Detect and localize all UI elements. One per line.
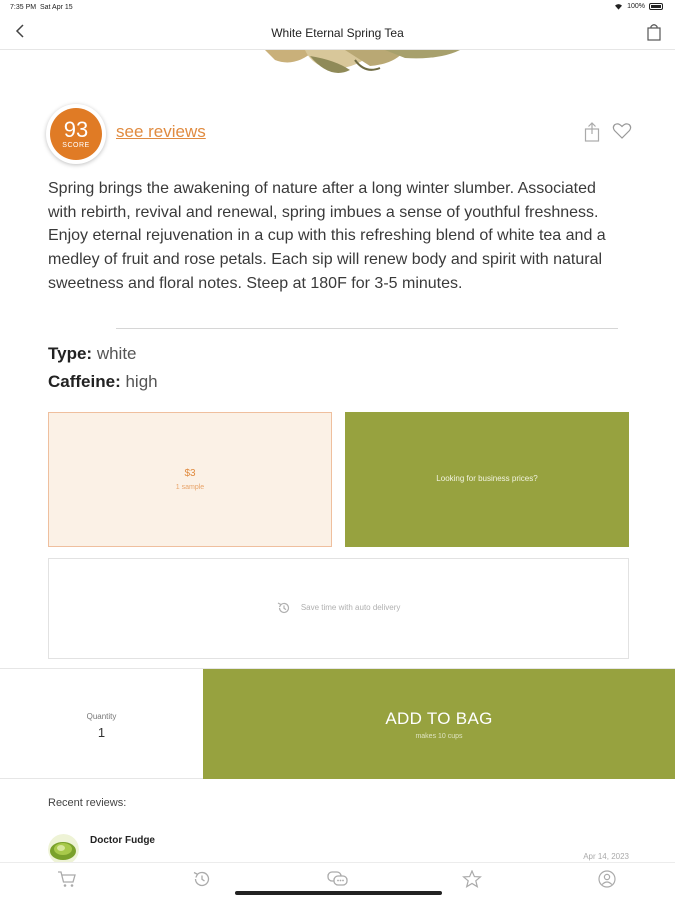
status-time: 7:35 PM Sat Apr 15	[10, 4, 73, 11]
share-icon	[584, 122, 600, 142]
auto-delivery-icon	[277, 602, 289, 614]
sample-price: $3	[184, 468, 196, 479]
page-title: White Eternal Spring Tea	[271, 26, 404, 40]
type-row: Type: white	[48, 344, 137, 364]
score-value: 93	[63, 117, 89, 142]
tab-chat[interactable]	[327, 870, 349, 890]
wifi-icon	[615, 4, 623, 10]
home-indicator[interactable]	[235, 891, 442, 895]
review-date: Apr 14, 2023	[583, 852, 629, 861]
profile-icon	[598, 870, 616, 888]
business-prices-button[interactable]: Looking for business prices?	[345, 412, 629, 547]
type-label: Type:	[48, 344, 93, 363]
heart-icon	[612, 123, 632, 139]
nav-bar: White Eternal Spring Tea	[0, 16, 675, 50]
quantity-value: 1	[97, 725, 106, 740]
cart-icon	[58, 871, 76, 887]
tab-history[interactable]	[192, 870, 214, 890]
status-bar: 7:35 PM Sat Apr 15 100%	[0, 0, 675, 16]
tab-profile[interactable]	[597, 870, 619, 890]
business-prices-label: Looking for business prices?	[436, 474, 538, 483]
add-to-bag-bar: Quantity 1 ADD TO BAG makes 10 cups	[0, 668, 675, 779]
quantity-selector[interactable]: Quantity 1	[0, 669, 203, 779]
tab-cart[interactable]	[57, 870, 79, 890]
see-reviews-link[interactable]: see reviews	[116, 122, 206, 142]
reviewer-avatar-image	[48, 834, 79, 865]
chat-icon	[327, 871, 348, 886]
auto-delivery-row: Save time with auto delivery	[49, 601, 628, 615]
score-badge: 93 SCORE	[46, 104, 106, 164]
favorite-button[interactable]	[612, 122, 632, 140]
tea-leaves-image	[265, 50, 460, 73]
add-to-bag-sublabel: makes 10 cups	[415, 733, 463, 740]
auto-delivery-label: Save time with auto delivery	[300, 603, 401, 613]
reviewer-name[interactable]: Doctor Fudge	[90, 835, 155, 846]
bag-button[interactable]	[647, 23, 663, 43]
history-icon	[193, 871, 210, 887]
status-right: 100%	[614, 3, 663, 10]
sample-quantity: 1 sample	[175, 484, 205, 491]
product-image	[255, 50, 465, 82]
add-to-bag-button[interactable]: ADD TO BAG makes 10 cups	[203, 669, 675, 779]
bag-icon	[647, 24, 661, 41]
avatar	[48, 834, 79, 865]
caffeine-label: Caffeine:	[48, 372, 121, 391]
battery-icon	[649, 3, 663, 10]
quantity-label: Quantity	[86, 712, 117, 721]
product-description: Spring brings the awakening of nature af…	[48, 180, 606, 292]
score-circle: 93 SCORE	[50, 108, 102, 160]
divider	[116, 328, 618, 329]
star-icon	[462, 869, 482, 888]
share-button[interactable]	[584, 122, 600, 142]
caffeine-row: Caffeine: high	[48, 372, 158, 392]
add-to-bag-label: ADD TO BAG	[385, 709, 493, 728]
recent-reviews-heading: Recent reviews:	[48, 797, 127, 809]
battery-percent: 100%	[627, 3, 645, 10]
sample-price-option[interactable]: $3 1 sample	[48, 412, 332, 547]
tab-favorites[interactable]	[462, 869, 484, 890]
type-value: white	[96, 344, 137, 363]
auto-delivery-option[interactable]: Save time with auto delivery	[48, 558, 629, 659]
score-label: SCORE	[62, 142, 90, 149]
caffeine-value: high	[125, 372, 158, 391]
